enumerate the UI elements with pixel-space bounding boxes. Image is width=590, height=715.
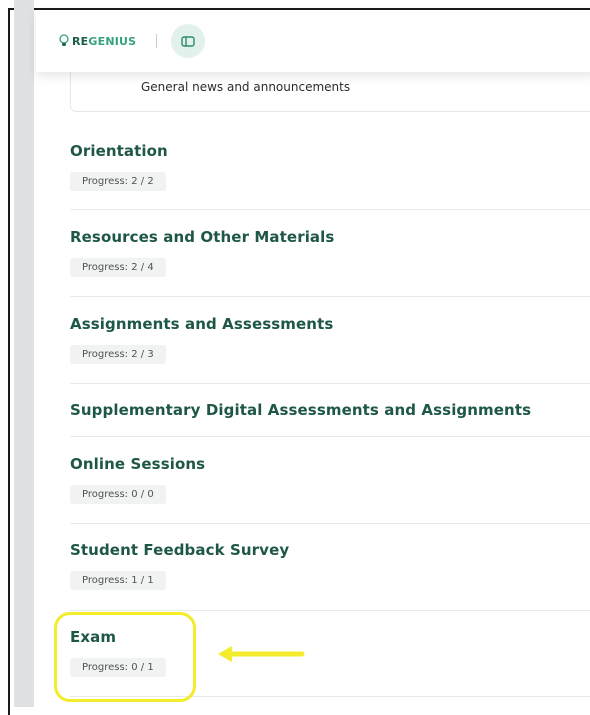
progress-badge: Progress: 2 / 4 [70,258,166,277]
progress-badge: Progress: 0 / 0 [70,485,166,504]
course-section[interactable]: Supplementary Digital Assessments and As… [70,401,590,419]
course-section[interactable]: Assignments and Assessments Progress: 2 … [70,315,590,364]
section-divider [70,523,590,524]
progress-badge: Progress: 2 / 2 [70,172,166,191]
section-title[interactable]: Supplementary Digital Assessments and As… [70,401,590,419]
left-arrow-icon [218,646,305,662]
sidebar-toggle-icon [181,35,195,47]
section-divider [70,296,590,297]
left-rail [14,0,34,707]
logo[interactable]: RE GENIUS [58,34,136,48]
section-title[interactable]: Student Feedback Survey [70,541,590,559]
section-title[interactable]: Resources and Other Materials [70,228,590,246]
logo-text-suffix: GENIUS [88,34,137,48]
progress-badge: Progress: 1 / 1 [70,571,166,590]
header-divider [156,34,158,48]
section-title[interactable]: Assignments and Assessments [70,315,590,333]
section-divider [70,436,590,437]
section-divider [70,383,590,384]
section-divider [70,610,590,611]
announcement-text: General news and announcements [141,80,351,94]
sidebar-toggle-button[interactable] [171,24,206,58]
course-section[interactable]: Student Feedback Survey Progress: 1 / 1 [70,541,590,590]
section-divider [70,209,590,210]
course-section[interactable]: Orientation Progress: 2 / 2 [70,142,590,191]
logo-text-prefix: RE [72,34,89,48]
course-section[interactable]: Online Sessions Progress: 0 / 0 [70,455,590,504]
section-title[interactable]: Orientation [70,142,590,160]
course-section[interactable]: Resources and Other Materials Progress: … [70,228,590,277]
section-title[interactable]: Online Sessions [70,455,590,473]
top-bar: RE GENIUS [36,10,590,72]
lightbulb-icon [59,34,69,46]
highlight-box [54,612,196,702]
progress-badge: Progress: 2 / 3 [70,345,166,364]
